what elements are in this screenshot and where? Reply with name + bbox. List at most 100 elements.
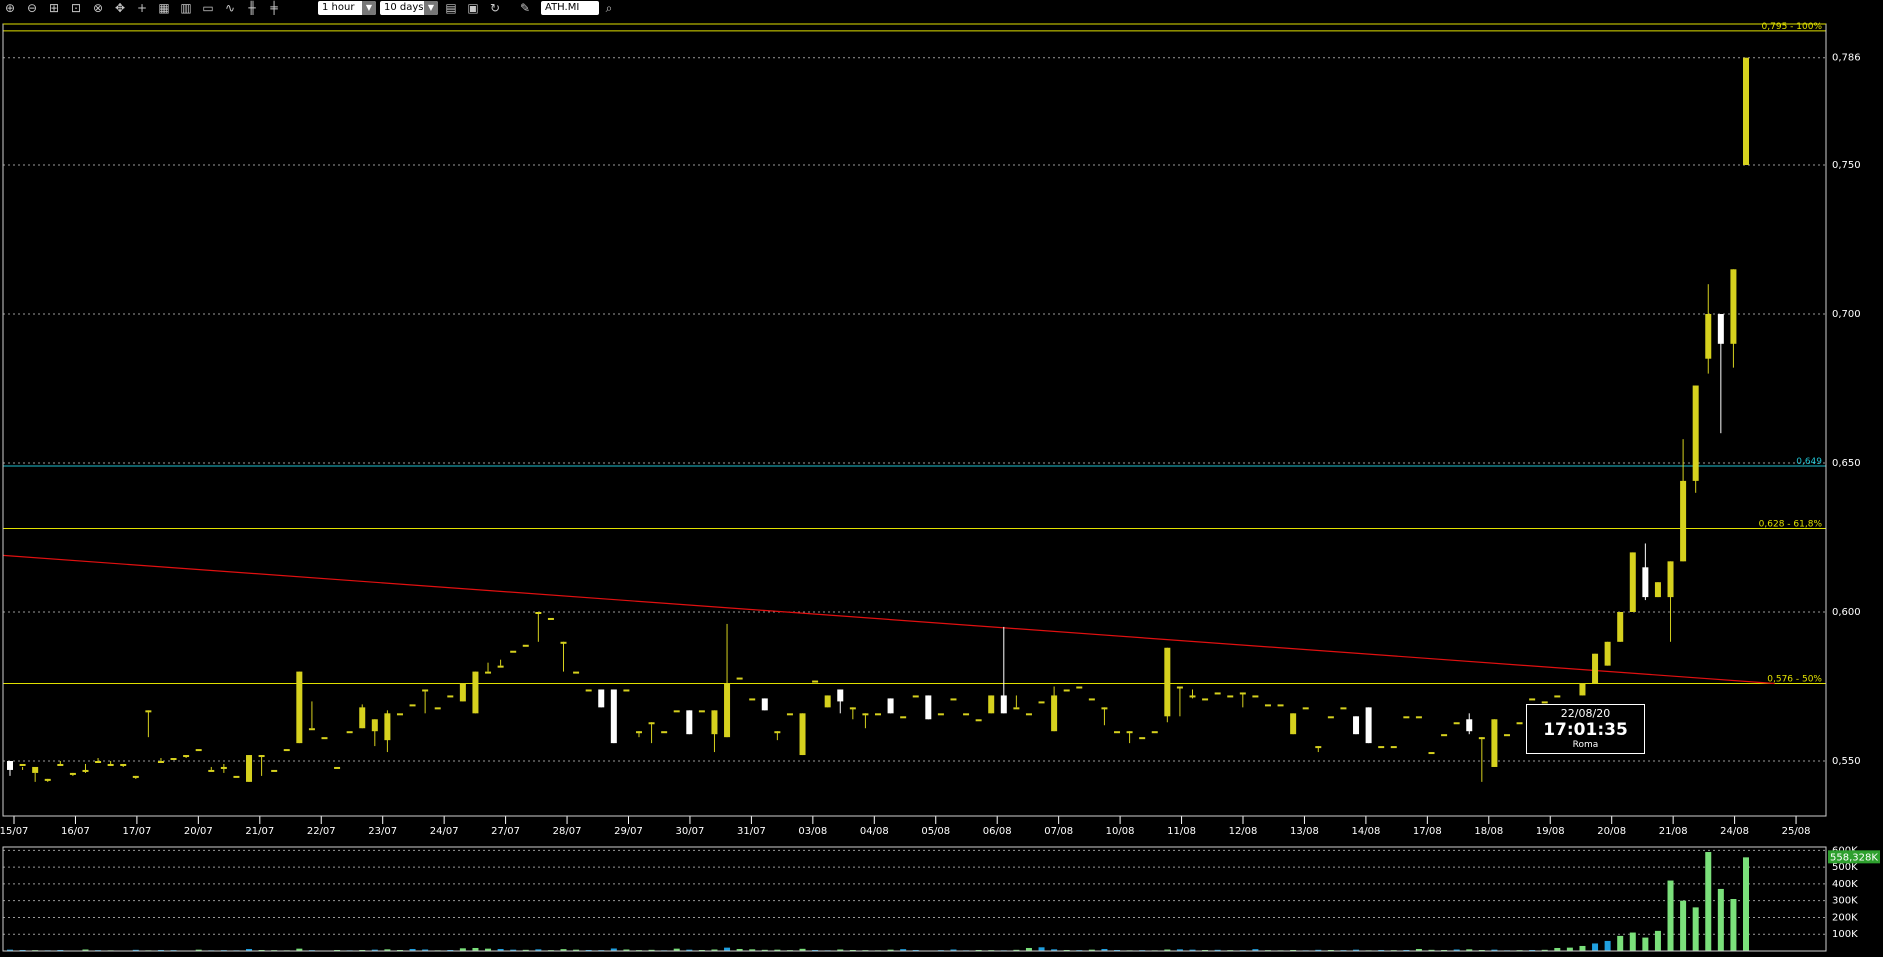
volume-bar xyxy=(1566,947,1573,951)
candle-body xyxy=(1503,734,1510,737)
candle-body xyxy=(937,713,944,716)
candle-body xyxy=(1252,695,1259,698)
time-tick-label: 31/07 xyxy=(737,826,766,837)
volume-bar xyxy=(1743,857,1749,951)
candle-body xyxy=(1478,737,1485,740)
candle-body xyxy=(359,707,366,729)
candle-body xyxy=(296,671,303,744)
candle-body xyxy=(1365,707,1372,744)
candle-body xyxy=(1063,689,1070,692)
candle-body xyxy=(258,755,265,758)
candle-body xyxy=(1378,746,1385,749)
time-tick-label: 03/08 xyxy=(798,826,827,837)
price-tick-label: 0,700 xyxy=(1832,309,1861,320)
candle-body xyxy=(1202,698,1209,701)
candle-body xyxy=(1164,647,1171,717)
fibonacci-levels: 0,795 - 100% 0,649 0,628 - 61,8% 0,576 - 50… xyxy=(3,22,1826,685)
candle-body xyxy=(1629,552,1636,612)
candle-body xyxy=(1038,701,1045,704)
candle-body xyxy=(761,698,768,711)
candle-body xyxy=(371,719,378,732)
candle-body xyxy=(585,689,592,692)
candle-body xyxy=(1516,722,1523,725)
time-tick-label: 18/08 xyxy=(1474,826,1503,837)
time-tick-label: 05/08 xyxy=(921,826,950,837)
volume-tick-label: 500K xyxy=(1832,862,1858,873)
volume-bar xyxy=(1592,943,1599,951)
price-chart[interactable]: 0,795 - 100% 0,649 0,628 - 61,8% 0,576 - 50… xyxy=(0,0,1883,957)
volume-bar xyxy=(1038,947,1045,951)
candle-body xyxy=(1617,612,1624,642)
volume-last-label: 558,328K xyxy=(1830,852,1878,863)
candle-body xyxy=(812,680,819,683)
time-tick-label: 30/07 xyxy=(676,826,705,837)
time-tick-label: 10/08 xyxy=(1106,826,1135,837)
trendline-segment xyxy=(2,554,1775,685)
candle-body xyxy=(1705,314,1712,359)
level-label: 0,649 xyxy=(1796,457,1822,467)
candle-body xyxy=(1189,695,1196,698)
candle-body xyxy=(1139,737,1146,740)
candle-body xyxy=(233,775,240,778)
time-tick-label: 04/08 xyxy=(860,826,889,837)
volume-tick-label: 100K xyxy=(1832,929,1858,940)
candle-body xyxy=(183,755,190,758)
candle-body xyxy=(7,761,13,770)
candle-body xyxy=(610,689,617,744)
time-tick-label: 14/08 xyxy=(1351,826,1380,837)
candle-body xyxy=(283,749,290,752)
candle-body xyxy=(698,710,705,713)
volume-panel-frame xyxy=(2,846,1827,952)
candle-body xyxy=(1529,698,1536,701)
volume-bar xyxy=(1705,852,1712,951)
candle-body xyxy=(799,713,806,756)
candle-body xyxy=(396,713,403,716)
candle-body xyxy=(950,698,957,701)
candle-body xyxy=(69,772,76,775)
candle-body xyxy=(635,731,642,734)
candle-body xyxy=(1692,385,1699,481)
candle-body xyxy=(1264,704,1271,707)
time-tick-label: 06/08 xyxy=(983,826,1012,837)
candle-body xyxy=(1441,734,1448,737)
time-tick-label: 07/08 xyxy=(1044,826,1073,837)
candle-body xyxy=(711,710,718,735)
candle-body xyxy=(900,716,907,719)
time-tick-label: 25/08 xyxy=(1782,826,1811,837)
candle-body xyxy=(195,749,202,752)
candle-body xyxy=(786,713,793,716)
price-tick-label: 0,550 xyxy=(1832,756,1861,767)
candle-body xyxy=(887,698,894,714)
candle-body xyxy=(510,650,517,653)
candle-body xyxy=(220,766,227,769)
candle-body xyxy=(384,713,391,741)
time-tick-label: 23/07 xyxy=(368,826,397,837)
time-tick-label: 24/07 xyxy=(430,826,459,837)
candle-body xyxy=(862,713,869,716)
candle-body xyxy=(82,769,89,772)
time-tick-label: 13/08 xyxy=(1290,826,1319,837)
candle-body xyxy=(623,689,630,692)
volume-bar xyxy=(1717,888,1724,951)
volume-bar xyxy=(1617,935,1624,951)
candle-body xyxy=(1453,722,1460,725)
clock-date: 22/08/20 xyxy=(1560,707,1611,720)
volume-bar xyxy=(1629,932,1636,951)
candle-body xyxy=(849,707,856,710)
candle-body xyxy=(1428,752,1435,755)
time-tick-label: 16/07 xyxy=(61,826,90,837)
candle-body xyxy=(485,671,492,674)
candle-body xyxy=(736,677,743,680)
candle-body xyxy=(107,763,114,766)
candle-body xyxy=(145,710,152,713)
time-tick-label: 28/07 xyxy=(553,826,582,837)
candle-body xyxy=(44,778,51,781)
volume-bar xyxy=(1667,880,1674,951)
candle-body xyxy=(648,722,655,725)
price-tick-label: 0,750 xyxy=(1832,160,1861,171)
candle-body xyxy=(1239,692,1246,695)
candle-body xyxy=(308,728,315,731)
volume-bar xyxy=(1604,940,1611,951)
candle-body xyxy=(824,695,831,708)
time-tick-label: 12/08 xyxy=(1229,826,1258,837)
